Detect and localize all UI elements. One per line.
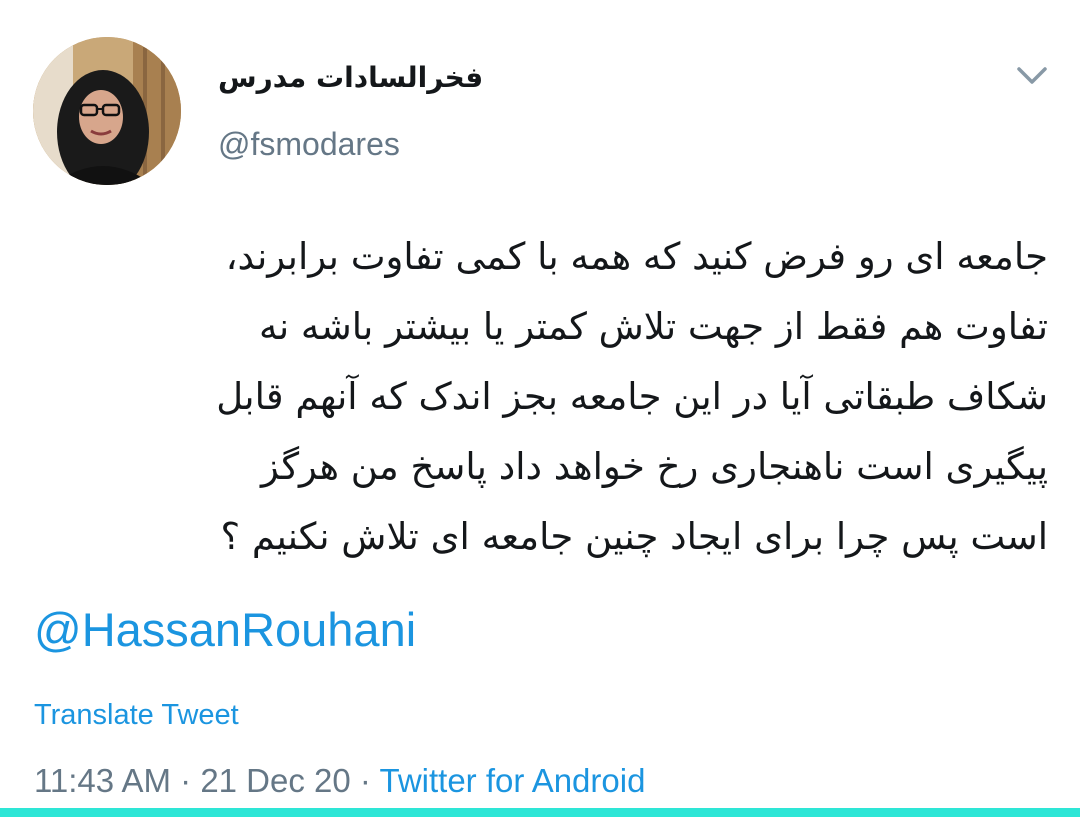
avatar[interactable] <box>33 37 181 185</box>
author-handle[interactable]: @fsmodares <box>218 124 400 164</box>
mention-link[interactable]: @HassanRouhani <box>34 600 416 660</box>
tweet-time: 11:43 AM <box>34 762 171 799</box>
bottom-accent-bar <box>0 808 1080 817</box>
tweet-text-line: جامعه ای رو فرض کنید که همه با کمی تفاوت… <box>225 235 1048 278</box>
meta-separator: · <box>350 762 380 799</box>
tweet-text: جامعه ای رو فرض کنید که همه با کمی تفاوت… <box>30 222 1048 572</box>
tweet-meta: 11:43 AM · 21 Dec 20 · Twitter for Andro… <box>34 760 645 802</box>
tweet-text-line: شکاف طبقاتی آیا در این جامعه بجز اندک که… <box>216 375 1048 418</box>
author-display-name[interactable]: فخرالسادات مدرس <box>218 58 483 98</box>
tweet-text-line: پیگیری است ناهنجاری رخ خواهد داد پاسخ من… <box>261 445 1048 488</box>
meta-separator: · <box>170 762 201 799</box>
avatar-photo <box>33 37 181 185</box>
translate-tweet-link[interactable]: Translate Tweet <box>34 697 239 733</box>
tweet-text-line: است پس چرا برای ایجاد چنین جامعه ای تلاش… <box>220 515 1048 558</box>
tweet-source-link[interactable]: Twitter for Android <box>379 762 645 799</box>
chevron-down-icon[interactable] <box>1012 60 1052 90</box>
tweet-text-line: تفاوت هم فقط از جهت تلاش کمتر یا بیشتر ب… <box>259 305 1048 348</box>
tweet-date: 21 Dec 20 <box>200 762 351 799</box>
